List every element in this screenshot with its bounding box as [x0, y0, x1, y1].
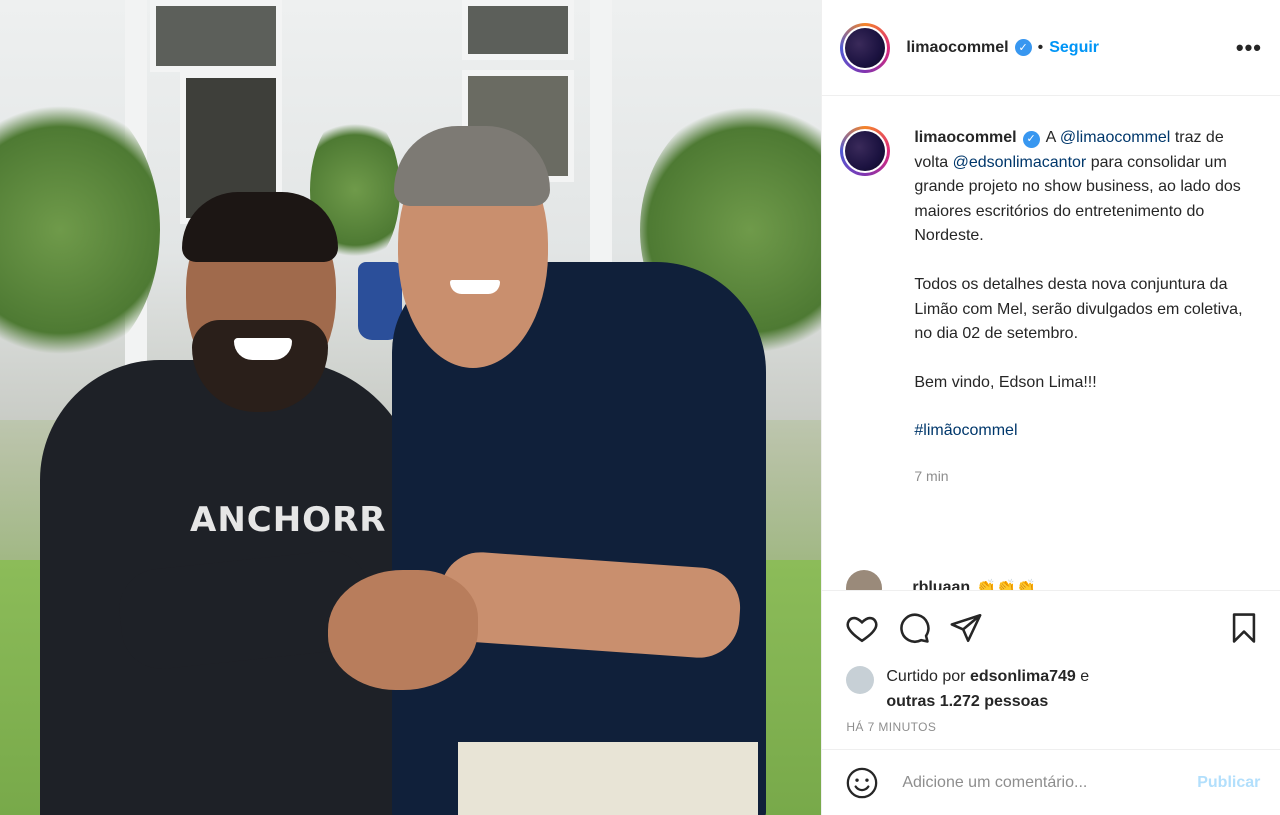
- post-photo[interactable]: ANCHORR: [0, 0, 822, 815]
- author-username[interactable]: limaocommel: [906, 39, 1008, 57]
- comment-icon[interactable]: [896, 610, 932, 646]
- add-comment-bar: Publicar: [822, 749, 1280, 815]
- verified-icon: ✓: [1022, 130, 1040, 148]
- caption-text: limaocommel ✓ A @limaocommel traz de volta…: [914, 126, 1244, 489]
- comment-text: 👏👏👏: [976, 580, 1036, 590]
- hashtag-link[interactable]: #limãocommel: [914, 422, 1017, 439]
- photo-window: [150, 0, 282, 72]
- person-left-smile: [234, 338, 292, 360]
- person-right-pants: [458, 742, 758, 815]
- caption-area[interactable]: limaocommel ✓ A @limaocommel traz de volta…: [822, 96, 1280, 590]
- publish-button[interactable]: Publicar: [1197, 774, 1260, 792]
- liker-avatar[interactable]: [846, 666, 875, 694]
- follow-button[interactable]: Seguir: [1049, 39, 1099, 57]
- share-icon[interactable]: [948, 610, 984, 646]
- mention-link[interactable]: @edsonlimacantor: [953, 154, 1087, 171]
- comment-input[interactable]: [900, 772, 1165, 793]
- photo-window: [462, 0, 574, 60]
- likes-and: e: [1080, 668, 1090, 685]
- post-age[interactable]: HÁ 7 MINUTOS: [822, 714, 1280, 734]
- more-icon[interactable]: •••: [1236, 35, 1262, 61]
- bookmark-icon[interactable]: [1226, 610, 1262, 646]
- caption-intro-word: A: [1045, 129, 1056, 146]
- likes-prefix: Curtido por: [886, 668, 966, 685]
- commenter-username[interactable]: rbluaan: [912, 579, 970, 590]
- shirt-logo-text: ANCHORR: [190, 500, 387, 540]
- post-viewer: ANCHORR limaocommel ✓ • Seguir ••• limao…: [0, 0, 1280, 815]
- person-right-smile: [450, 280, 500, 294]
- caption-paragraph: Todos os detalhes desta nova conjuntura …: [914, 275, 1243, 343]
- likes-others-link[interactable]: outras 1.272 pessoas: [886, 693, 1048, 710]
- handshake: [328, 570, 478, 690]
- photo-column: [590, 0, 612, 300]
- comment-item: rbluaan 👏👏👏: [846, 570, 1036, 590]
- caption-username[interactable]: limaocommel: [914, 129, 1016, 146]
- post-side-panel: limaocommel ✓ • Seguir ••• limaocommel ✓ A…: [821, 0, 1280, 815]
- emoji-icon[interactable]: [844, 765, 880, 801]
- mention-link[interactable]: @limaocommel: [1060, 129, 1170, 146]
- action-bar: [822, 590, 1280, 664]
- likes-summary: Curtido por edsonlima749 e outras 1.272 …: [822, 664, 1280, 714]
- caption-timestamp: 7 min: [914, 467, 949, 484]
- caption-author-avatar[interactable]: [840, 126, 891, 176]
- liker-username[interactable]: edsonlima749: [970, 668, 1076, 685]
- verified-icon: ✓: [1014, 39, 1032, 56]
- commenter-avatar[interactable]: [846, 570, 883, 590]
- post-header: limaocommel ✓ • Seguir •••: [822, 0, 1280, 96]
- caption-paragraph: Bem vindo, Edson Lima!!!: [914, 373, 1097, 391]
- author-avatar[interactable]: [840, 22, 891, 73]
- person-left-hair: [182, 192, 338, 262]
- heart-icon[interactable]: [844, 610, 880, 646]
- separator-dot: •: [1037, 38, 1044, 56]
